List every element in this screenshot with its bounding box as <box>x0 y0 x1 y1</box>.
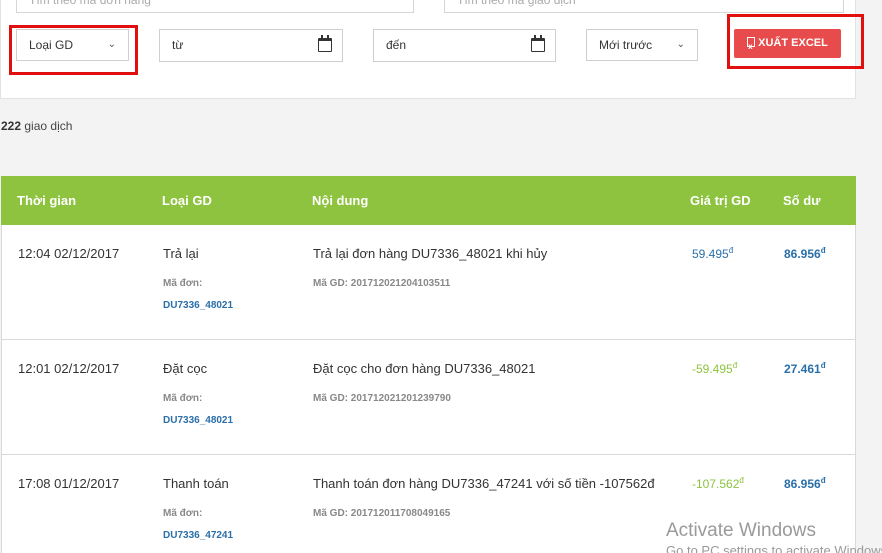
currency-symbol: đ <box>728 246 734 255</box>
row-value: -107.562đ <box>692 476 744 491</box>
activate-windows-subtitle: Go to PC settings to activate Windows. <box>666 543 882 553</box>
header-type: Loại GD <box>162 193 212 208</box>
transaction-count: 222 giao dịch <box>1 119 72 133</box>
row-order-label: Mã đơn: <box>163 508 203 519</box>
calendar-icon[interactable] <box>318 35 332 52</box>
currency-symbol: đ <box>739 476 744 485</box>
row-type: Thanh toán <box>163 476 229 491</box>
table-row: 12:04 02/12/2017 Trả lại Mã đơn: DU7336_… <box>1 225 856 340</box>
search-order-input[interactable]: Tìm theo mã đơn hàng <box>16 0 414 13</box>
header-balance: Số dư <box>783 193 821 208</box>
row-order-link[interactable]: DU7336_48021 <box>163 300 233 311</box>
header-time: Thời gian <box>17 193 77 208</box>
sort-select[interactable]: Mới trước ⌄ <box>586 29 698 61</box>
row-time: 17:08 01/12/2017 <box>18 476 120 491</box>
row-transaction-id: Mã GD: 201712021201239790 <box>313 393 451 404</box>
row-transaction-id: Mã GD: 201712011708049165 <box>313 508 451 519</box>
row-balance: 86.956đ <box>784 246 826 261</box>
row-value: -59.495đ <box>692 361 737 376</box>
date-to-label: đến <box>386 38 407 52</box>
row-value: 59.495đ <box>692 246 733 261</box>
row-order-link[interactable]: DU7336_47241 <box>163 530 233 541</box>
currency-symbol: đ <box>820 246 826 255</box>
row-order-label: Mã đơn: <box>163 278 203 289</box>
row-type: Trả lại <box>163 246 199 261</box>
table-row: 12:01 02/12/2017 Đặt cọc Mã đơn: DU7336_… <box>1 340 856 455</box>
transaction-count-label: giao dịch <box>24 119 73 133</box>
row-time: 12:04 02/12/2017 <box>18 246 120 261</box>
transactions-table: Thời gian Loại GD Nội dung Giá trị GD Số… <box>1 176 856 553</box>
row-balance-amount: 27.461 <box>784 362 821 376</box>
row-balance: 86.956đ <box>784 476 826 491</box>
date-from-label: từ <box>172 38 184 52</box>
currency-symbol: đ <box>820 476 826 485</box>
date-from-field[interactable]: từ <box>159 29 343 62</box>
row-order-link[interactable]: DU7336_48021 <box>163 415 233 426</box>
chevron-down-icon: ⌄ <box>676 39 685 50</box>
row-value-amount: 59.495 <box>692 247 729 261</box>
highlight-box-export <box>727 14 864 69</box>
row-value-amount: -59.495 <box>692 362 733 376</box>
currency-symbol: đ <box>732 361 738 370</box>
row-content: Đặt cọc cho đơn hàng DU7336_48021 <box>313 361 536 376</box>
table-header: Thời gian Loại GD Nội dung Giá trị GD Số… <box>1 176 856 225</box>
row-type: Đặt cọc <box>163 361 208 376</box>
currency-symbol: đ <box>820 361 826 370</box>
row-order-label: Mã đơn: <box>163 393 203 404</box>
row-value-amount: -107.562 <box>692 477 740 491</box>
activate-windows-watermark: Activate Windows <box>666 520 816 541</box>
sort-label: Mới trước <box>599 38 653 52</box>
header-content: Nội dung <box>312 193 369 208</box>
row-balance-amount: 86.956 <box>784 477 821 491</box>
header-value: Giá trị GD <box>690 193 751 208</box>
search-transaction-input[interactable]: Tìm theo mã giao dịch <box>444 0 844 13</box>
calendar-icon[interactable] <box>531 35 545 52</box>
highlight-box-type-select <box>9 25 138 75</box>
row-content: Thanh toán đơn hàng DU7336_47241 với số … <box>313 476 655 491</box>
row-time: 12:01 02/12/2017 <box>18 361 120 376</box>
row-transaction-id: Mã GD: 201712021204103511 <box>313 278 451 289</box>
transaction-count-number: 222 <box>1 119 22 133</box>
row-content: Trả lại đơn hàng DU7336_48021 khi hủy <box>313 246 548 261</box>
row-balance: 27.461đ <box>784 361 826 376</box>
row-balance-amount: 86.956 <box>784 247 821 261</box>
date-to-field[interactable]: đến <box>373 29 556 62</box>
